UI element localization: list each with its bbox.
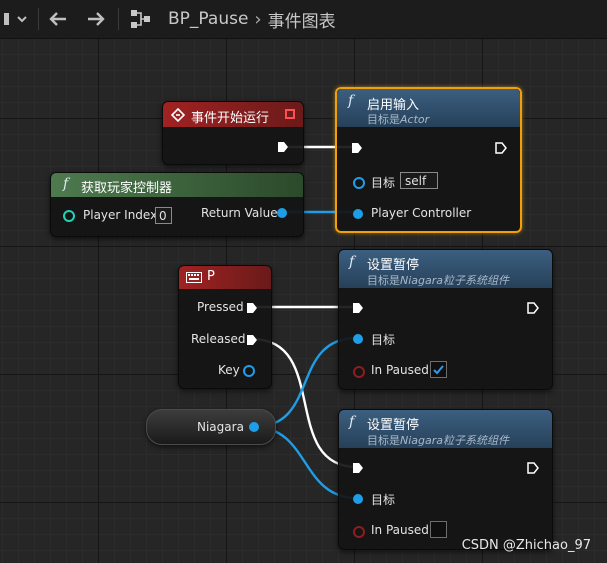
- in-paused-label: In Paused: [371, 523, 429, 537]
- node-subtitle: 目标是Niagara粒子系统组件: [367, 274, 510, 287]
- in-paused-checkbox[interactable]: [430, 361, 447, 378]
- released-label: Released: [191, 332, 246, 346]
- exec-in-pin[interactable]: [351, 142, 363, 154]
- node-subtitle: 目标是Niagara粒子系统组件: [367, 434, 510, 447]
- node-set-paused-2[interactable]: f 设置暂停 目标是Niagara粒子系统组件 目标 In Paused: [338, 409, 553, 550]
- in-paused-checkbox[interactable]: [430, 521, 447, 538]
- event-diamond-icon: [171, 108, 185, 122]
- keyboard-icon: [186, 272, 202, 283]
- target-pin[interactable]: [353, 334, 363, 344]
- function-icon: f: [63, 176, 69, 192]
- node-title: 设置暂停: [367, 418, 420, 433]
- return-value-pin[interactable]: [277, 208, 287, 218]
- node-get-player-controller[interactable]: f 获取玩家控制器 Player Index 0 Return Value: [50, 172, 304, 237]
- exec-out-pin[interactable]: [527, 462, 539, 474]
- exec-out-pin[interactable]: [277, 141, 289, 153]
- in-paused-pin[interactable]: [353, 526, 365, 538]
- in-paused-label: In Paused: [371, 363, 429, 377]
- node-title: P: [207, 269, 215, 284]
- target-pin[interactable]: [353, 494, 363, 504]
- node-enable-input[interactable]: f 启用输入 目标是Actor 目标 self Player Controlle…: [335, 87, 522, 233]
- exec-in-pin[interactable]: [352, 302, 364, 314]
- node-title: 设置暂停: [367, 258, 420, 273]
- function-icon: f: [348, 93, 354, 109]
- pressed-label: Pressed: [197, 300, 244, 314]
- niagara-out-pin[interactable]: [249, 422, 259, 432]
- exec-in-pin[interactable]: [352, 462, 364, 474]
- target-label: 目标: [371, 493, 396, 507]
- player-index-label: Player Index: [83, 208, 158, 222]
- pressed-exec-pin[interactable]: [246, 302, 258, 314]
- target-label: 目标: [371, 176, 396, 190]
- delegate-pin-icon[interactable]: [285, 109, 295, 119]
- player-controller-label: Player Controller: [371, 206, 472, 220]
- key-pin[interactable]: [243, 365, 255, 377]
- return-value-label: Return Value: [201, 206, 278, 220]
- node-key-p[interactable]: P Pressed Released Key: [178, 265, 272, 389]
- node-event-begin-play[interactable]: 事件开始运行: [162, 101, 304, 165]
- node-subtitle: 目标是Actor: [367, 113, 430, 126]
- released-exec-pin[interactable]: [246, 334, 258, 346]
- player-index-pin[interactable]: [63, 210, 75, 222]
- function-icon: f: [349, 254, 355, 270]
- function-icon: f: [349, 414, 355, 430]
- node-set-paused-1[interactable]: f 设置暂停 目标是Niagara粒子系统组件 目标 In Paused: [338, 249, 553, 390]
- checkmark-icon: [433, 365, 444, 375]
- target-pin[interactable]: [353, 177, 365, 189]
- node-niagara-variable[interactable]: Niagara: [146, 409, 276, 445]
- in-paused-pin[interactable]: [353, 366, 365, 378]
- target-label: 目标: [371, 333, 396, 347]
- niagara-label: Niagara: [197, 420, 244, 434]
- target-self-input[interactable]: self: [400, 172, 438, 189]
- key-label: Key: [218, 363, 240, 377]
- player-index-input[interactable]: 0: [155, 207, 172, 224]
- exec-out-pin[interactable]: [495, 142, 507, 154]
- node-title: 获取玩家控制器: [81, 181, 173, 196]
- exec-out-pin[interactable]: [527, 302, 539, 314]
- player-controller-pin[interactable]: [353, 209, 363, 219]
- node-title: 事件开始运行: [191, 111, 270, 126]
- watermark: CSDN @Zhichao_97: [461, 538, 591, 553]
